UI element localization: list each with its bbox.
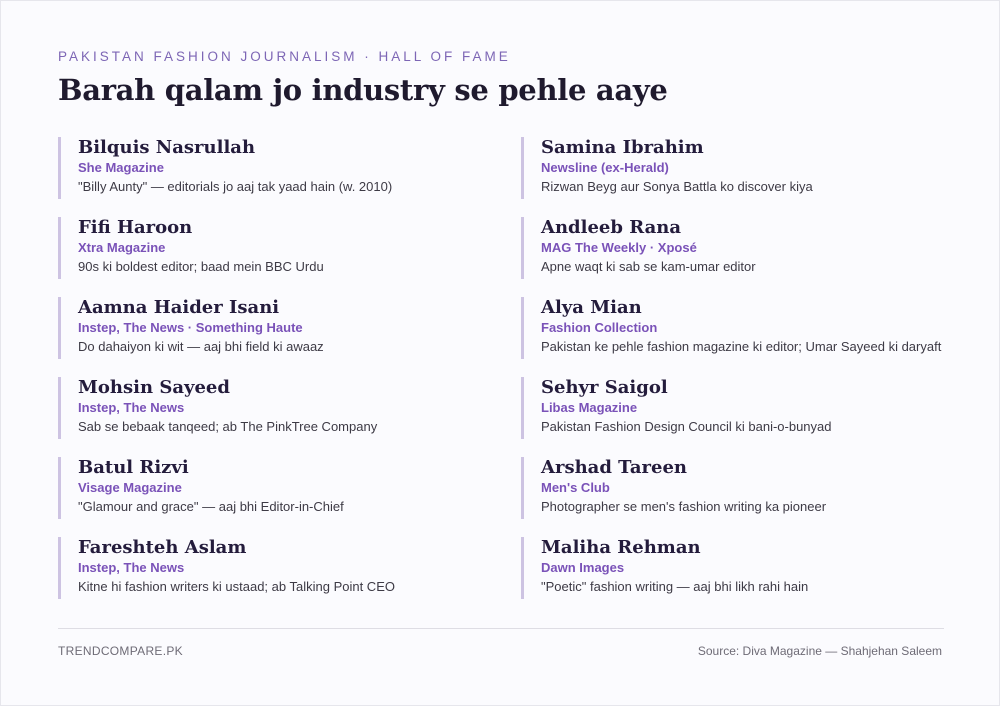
journalist-note: Apne waqt ki sab se kam-umar editor [541, 259, 756, 274]
journalist-entry: Sehyr Saigol Libas Magazine Pakistan Fas… [521, 377, 961, 439]
journalist-entry: Batul Rizvi Visage Magazine "Glamour and… [58, 457, 498, 519]
journalist-note: 90s ki boldest editor; baad mein BBC Urd… [78, 259, 324, 274]
journalist-note: Rizwan Beyg aur Sonya Battla ko discover… [541, 179, 813, 194]
journalist-entry: Alya Mian Fashion Collection Pakistan ke… [521, 297, 961, 359]
journalist-note: "Billy Aunty" — editorials jo aaj tak ya… [78, 179, 393, 194]
journalist-entry: Bilquis Nasrullah She Magazine "Billy Au… [58, 137, 498, 199]
footer-divider [58, 628, 944, 629]
page-title: Barah qalam jo industry se pehle aaye [58, 73, 668, 107]
journalist-note: Kitne hi fashion writers ki ustaad; ab T… [78, 579, 395, 594]
journalist-publication: Xtra Magazine [78, 240, 166, 255]
journalist-name: Batul Rizvi [78, 457, 189, 478]
journalist-publication: MAG The Weekly · Xposé [541, 240, 697, 255]
journalist-name: Arshad Tareen [541, 457, 687, 478]
source-credit: Source: Diva Magazine — Shahjehan Saleem [697, 644, 942, 658]
journalist-publication: Instep, The News [78, 400, 185, 415]
journalist-entry: Fifi Haroon Xtra Magazine 90s ki boldest… [58, 217, 498, 279]
journalist-note: Pakistan ke pehle fashion magazine ki ed… [541, 339, 942, 354]
journalist-publication: Libas Magazine [541, 400, 638, 415]
journalist-entry: Mohsin Sayeed Instep, The News Sab se be… [58, 377, 498, 439]
journalist-publication: Instep, The News [78, 560, 185, 575]
journalist-note: Photographer se men's fashion writing ka… [541, 499, 827, 514]
journalist-name: Maliha Rehman [541, 537, 701, 558]
journalist-entry: Samina Ibrahim Newsline (ex-Herald) Rizw… [521, 137, 961, 199]
journalist-publication: Newsline (ex-Herald) [541, 160, 669, 175]
hall-of-fame-card: PAKISTAN FASHION JOURNALISM · HALL OF FA… [0, 0, 1000, 706]
journalist-name: Fifi Haroon [78, 217, 193, 238]
journalist-publication: She Magazine [78, 160, 164, 175]
journalist-name: Aamna Haider Isani [78, 297, 280, 318]
journalist-entry: Arshad Tareen Men's Club Photographer se… [521, 457, 961, 519]
journalist-name: Alya Mian [541, 297, 642, 318]
right-column: Samina Ibrahim Newsline (ex-Herald) Rizw… [521, 137, 961, 617]
journalist-publication: Instep, The News · Something Haute [78, 320, 303, 335]
journalist-name: Samina Ibrahim [541, 137, 704, 158]
journalist-publication: Men's Club [541, 480, 610, 495]
journalist-name: Andleeb Rana [541, 217, 682, 238]
journalist-entry: Fareshteh Aslam Instep, The News Kitne h… [58, 537, 498, 599]
journalist-entry: Andleeb Rana MAG The Weekly · Xposé Apne… [521, 217, 961, 279]
journalist-name: Fareshteh Aslam [78, 537, 247, 558]
eyebrow-label: PAKISTAN FASHION JOURNALISM · HALL OF FA… [58, 49, 511, 64]
site-label: TRENDCOMPARE.PK [58, 644, 183, 658]
journalist-entry: Aamna Haider Isani Instep, The News · So… [58, 297, 498, 359]
left-column: Bilquis Nasrullah She Magazine "Billy Au… [58, 137, 498, 617]
journalist-publication: Dawn Images [541, 560, 625, 575]
journalist-entry: Maliha Rehman Dawn Images "Poetic" fashi… [521, 537, 961, 599]
journalist-name: Bilquis Nasrullah [78, 137, 256, 158]
journalist-note: "Glamour and grace" — aaj bhi Editor-in-… [78, 499, 344, 514]
journalist-name: Sehyr Saigol [541, 377, 668, 398]
journalist-note: Sab se bebaak tanqeed; ab The PinkTree C… [78, 419, 378, 434]
journalist-name: Mohsin Sayeed [78, 377, 230, 398]
journalist-publication: Visage Magazine [78, 480, 182, 495]
journalist-note: "Poetic" fashion writing — aaj bhi likh … [541, 579, 809, 594]
journalist-note: Do dahaiyon ki wit — aaj bhi field ki aw… [78, 339, 324, 354]
journalist-note: Pakistan Fashion Design Council ki bani-… [541, 419, 832, 434]
journalist-publication: Fashion Collection [541, 320, 658, 335]
